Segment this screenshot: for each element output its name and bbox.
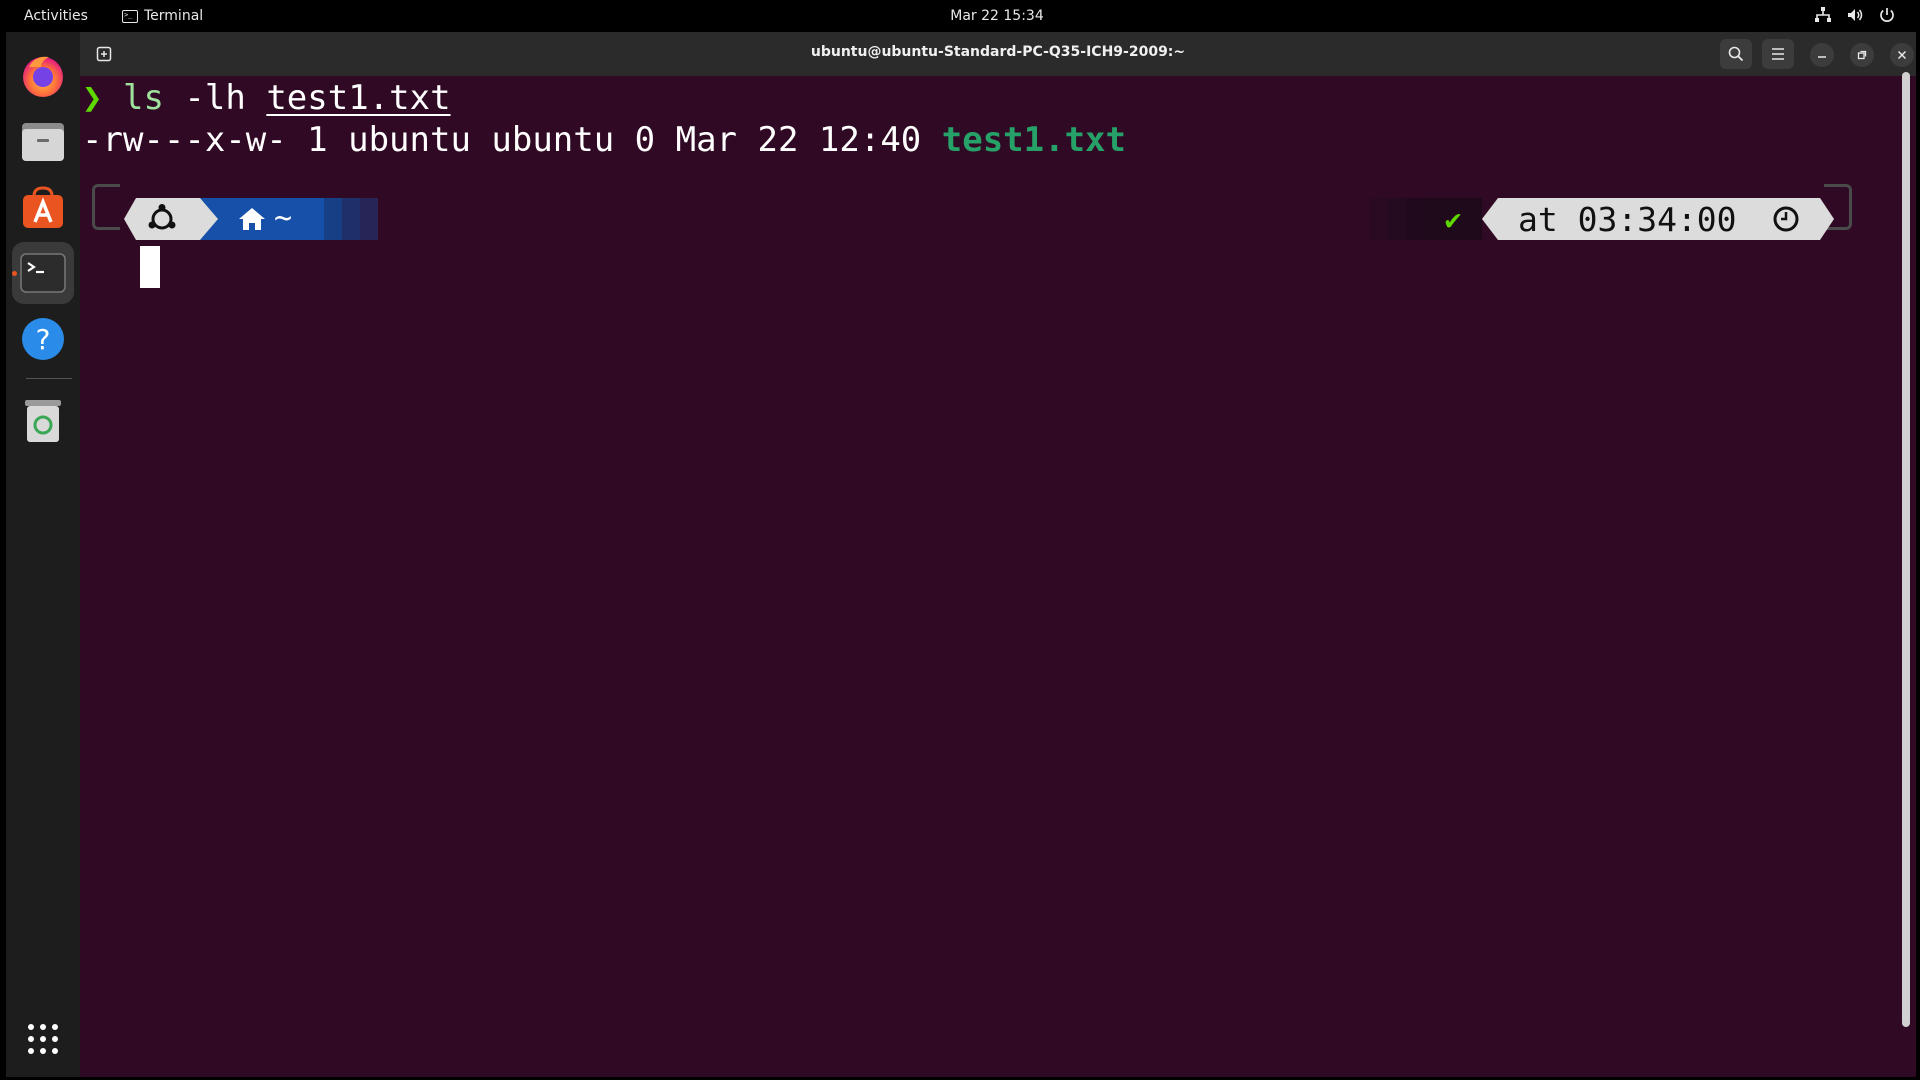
prompt-status-segment: ✔ (1424, 198, 1482, 240)
prompt-fade (324, 198, 342, 240)
home-icon (239, 208, 265, 230)
top-bar: Activities >_ Terminal Mar 22 15:34 (0, 0, 1920, 32)
prompt-time: at 03:34:00 (1518, 199, 1737, 239)
ubuntu-logo-icon (148, 204, 176, 230)
app-menu[interactable]: >_ Terminal (122, 8, 203, 24)
dock-separator (26, 378, 72, 379)
minimize-icon (1818, 56, 1826, 58)
dock-item-files[interactable] (12, 110, 74, 172)
prompt-fade (1406, 198, 1424, 240)
power-icon (1880, 8, 1894, 22)
prompt-os-segment (124, 198, 200, 240)
app-name: Terminal (144, 8, 204, 24)
dock-item-trash[interactable] (12, 390, 74, 452)
clock-icon (1772, 205, 1800, 233)
prompt-dir-segment: ~ (200, 198, 324, 240)
dock: ? (6, 32, 80, 1077)
command-name: ls (122, 78, 164, 118)
dock-item-help[interactable]: ? (12, 308, 74, 370)
scrollbar[interactable] (1902, 72, 1910, 1027)
close-button[interactable] (1890, 43, 1914, 67)
volume-icon (1848, 9, 1863, 21)
prompt-frame-left (92, 184, 120, 230)
clock[interactable]: Mar 22 15:34 (950, 8, 1043, 24)
prompt-fade (1370, 198, 1388, 240)
dock-item-show-apps[interactable] (12, 1008, 74, 1070)
dock-item-software[interactable] (12, 176, 74, 238)
menu-button[interactable] (1762, 39, 1794, 69)
dock-item-firefox[interactable] (12, 44, 74, 106)
svg-text:?: ? (36, 323, 51, 356)
terminal-window: ubuntu@ubuntu-Standard-PC-Q35-ICH9-2009:… (80, 32, 1916, 1077)
window-headerbar[interactable]: ubuntu@ubuntu-Standard-PC-Q35-ICH9-2009:… (80, 32, 1916, 76)
menu-icon (1772, 48, 1784, 60)
trash-icon (25, 400, 61, 442)
dock-item-terminal[interactable] (12, 242, 74, 304)
window-title: ubuntu@ubuntu-Standard-PC-Q35-ICH9-2009:… (810, 44, 1186, 60)
prompt-fade (1388, 198, 1406, 240)
network-icon (1815, 7, 1831, 22)
status-check-icon: ✔ (1444, 202, 1462, 236)
output-file: test1.txt (941, 120, 1126, 160)
activities-button[interactable]: Activities (24, 8, 88, 24)
output-line: -rw---x-w- 1 ubuntu ubuntu 0 Mar 22 12:4… (82, 120, 1126, 160)
prompt-time-segment: at 03:34:00 (1482, 198, 1834, 240)
search-icon (1728, 46, 1744, 62)
terminal-area[interactable]: ❯ ls -lh test1.txt -rw---x-w- 1 ubuntu u… (80, 76, 1916, 1077)
text-cursor (140, 246, 160, 288)
close-icon (1897, 50, 1907, 60)
software-icon (23, 186, 63, 228)
prompt-fade (360, 198, 378, 240)
search-button[interactable] (1720, 39, 1752, 69)
prompt-dir: ~ (274, 201, 293, 236)
restore-icon (1857, 50, 1867, 60)
help-icon: ? (22, 318, 64, 360)
firefox-icon (23, 56, 63, 97)
prompt-arrow: ❯ (82, 78, 103, 118)
minimize-button[interactable] (1810, 43, 1834, 67)
command-file: test1.txt (266, 78, 451, 118)
files-icon (22, 123, 64, 161)
command-line: ❯ ls -lh test1.txt (82, 78, 451, 118)
prompt-fade (342, 198, 360, 240)
running-indicator (12, 271, 17, 276)
terminal-icon (20, 253, 66, 293)
app-grid-icon (28, 1024, 58, 1054)
output-prefix: -rw---x-w- 1 ubuntu ubuntu 0 Mar 22 12:4… (82, 120, 922, 160)
terminal-icon: >_ (122, 9, 138, 23)
command-args: -lh (184, 78, 246, 118)
system-menu[interactable] (1814, 6, 1896, 24)
restore-button[interactable] (1850, 43, 1874, 67)
